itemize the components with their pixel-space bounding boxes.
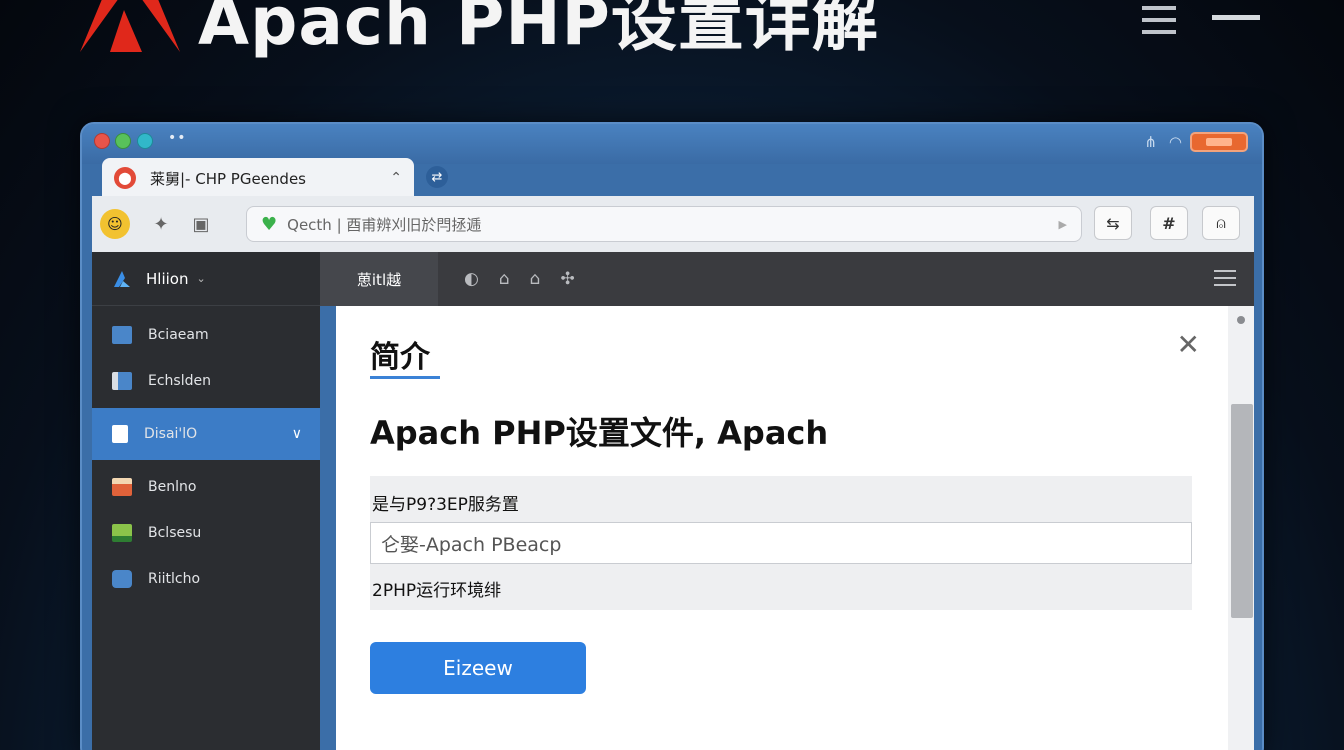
intro-dialog: 简介 ✕ Apach PHP设置文件, Apach 是与P9?3EP服务置 仑娶… bbox=[336, 306, 1228, 750]
app-icon bbox=[112, 570, 132, 588]
monitor-icon bbox=[112, 326, 132, 344]
scrollbar-thumb[interactable] bbox=[1231, 404, 1253, 618]
sidebar-header-label: Hliion bbox=[146, 269, 189, 288]
sidebar-item-2[interactable]: Echslden bbox=[92, 358, 320, 404]
app-favicon-icon: ⬤ bbox=[114, 167, 136, 189]
wifi-icon: ◠ bbox=[1168, 133, 1182, 151]
browser-toolbar: ☺ ✦ ▣ ♥ Qecth | 酉甫辨刈旧於閂拯逓 ▶ ⇆ # ⍝ bbox=[92, 196, 1254, 252]
back-icon[interactable]: ✦ bbox=[144, 207, 178, 241]
scroll-up-dot[interactable] bbox=[1237, 316, 1245, 324]
bookmark-icon[interactable]: ◐ bbox=[464, 269, 479, 289]
field-label: 是与P9?3EP服务置 bbox=[372, 495, 519, 515]
bluetooth-icon: ⋔ bbox=[1144, 133, 1157, 151]
hamburger-menu-icon[interactable] bbox=[1214, 270, 1236, 291]
scrollbar[interactable] bbox=[1228, 306, 1254, 750]
tab-label: 莱舅|- CHP PGeendes bbox=[150, 169, 306, 188]
adobe-style-logo-icon bbox=[80, 0, 180, 52]
puzzle-icon[interactable]: ✣ bbox=[560, 269, 574, 289]
system-tray: ⋔ ◠ bbox=[1144, 133, 1182, 151]
menu-icon[interactable] bbox=[1142, 6, 1176, 34]
account-button[interactable]: ⍝ bbox=[1202, 206, 1240, 240]
browser-window: •• ⋔ ◠ ⬤ 莱舅|- CHP PGeendes ⌃ ⇄ ☺ ✦ ▣ ♥ Q… bbox=[80, 122, 1264, 750]
close-icon[interactable]: ✕ bbox=[1177, 328, 1200, 361]
minimize-icon[interactable] bbox=[1212, 15, 1260, 20]
heart-icon: ♥ bbox=[261, 213, 278, 235]
more-dots-icon[interactable]: •• bbox=[168, 130, 187, 146]
address-bar-text: Qecth | 酉甫辨刈旧於閂拯逓 bbox=[287, 215, 482, 234]
extension-button[interactable]: ⇆ bbox=[1094, 206, 1132, 240]
document-icon bbox=[112, 425, 128, 443]
sidebar-item-5[interactable]: Bclsesu bbox=[92, 510, 320, 556]
settings-panel: 是与P9?3EP服务置 仑娶-Apach PBeacp 2PHP运行环境绯 bbox=[370, 476, 1192, 610]
address-bar[interactable]: ♥ Qecth | 酉甫辨刈旧於閂拯逓 ▶ bbox=[246, 206, 1082, 242]
house-icon[interactable]: ⌂ bbox=[530, 269, 541, 289]
sidebar-item-3[interactable]: Disai'lO ∨ bbox=[92, 408, 320, 460]
sidebar-item-label: Benlno bbox=[148, 479, 197, 495]
content-toolbar: 葸itl越 ◐ ⌂ ⌂ ✣ bbox=[320, 252, 1254, 306]
save-icon[interactable]: ▣ bbox=[184, 207, 218, 241]
content-tab-title[interactable]: 葸itl越 bbox=[320, 252, 438, 306]
go-arrow-icon[interactable]: ▶ bbox=[1059, 218, 1067, 231]
azure-logo-icon bbox=[114, 270, 130, 287]
window-icon bbox=[112, 372, 132, 390]
sidebar-header[interactable]: Hliion ⌄ bbox=[92, 252, 320, 306]
chart-icon bbox=[112, 524, 132, 542]
sidebar: Hliion ⌄ Bciaeam Echslden Disai'lO ∨ Ben… bbox=[92, 252, 320, 750]
pin-icon[interactable]: ⌃ bbox=[390, 170, 402, 186]
maximize-window-button[interactable] bbox=[115, 133, 131, 149]
new-tab-icon[interactable]: ⇄ bbox=[426, 166, 448, 188]
sidebar-item-label: Bclsesu bbox=[148, 525, 202, 541]
home-icon[interactable]: ⌂ bbox=[499, 269, 510, 289]
grid-button[interactable]: # bbox=[1150, 206, 1188, 240]
chevron-down-icon[interactable]: ∨ bbox=[292, 426, 302, 442]
close-window-button[interactable] bbox=[94, 133, 110, 149]
primary-button[interactable]: Eizeew bbox=[370, 642, 586, 694]
page-title: Apach PHP设置详解 bbox=[198, 0, 879, 60]
chevron-down-icon: ⌄ bbox=[196, 272, 206, 285]
sidebar-item-1[interactable]: Bciaeam bbox=[92, 312, 320, 358]
dialog-heading: 简介 bbox=[370, 340, 430, 375]
dialog-subtitle: Apach PHP设置文件, Apach bbox=[370, 414, 829, 452]
sidebar-item-6[interactable]: Riitlcho bbox=[92, 556, 320, 602]
sidebar-item-label: Bciaeam bbox=[148, 327, 209, 343]
minimize-window-button[interactable] bbox=[137, 133, 153, 149]
settings-input[interactable]: 仑娶-Apach PBeacp bbox=[370, 522, 1192, 564]
heading-underline bbox=[370, 376, 440, 379]
grid-icon bbox=[112, 478, 132, 496]
sidebar-item-label: Disai'lO bbox=[144, 426, 198, 442]
battery-icon bbox=[1190, 132, 1248, 152]
sidebar-item-4[interactable]: Benlno bbox=[92, 464, 320, 510]
sidebar-item-label: Echslden bbox=[148, 373, 211, 389]
profile-emoji-icon[interactable]: ☺ bbox=[100, 209, 130, 239]
field-note: 2PHP运行环境绯 bbox=[372, 581, 502, 601]
sidebar-item-label: Riitlcho bbox=[148, 571, 201, 587]
browser-tab[interactable]: ⬤ 莱舅|- CHP PGeendes ⌃ bbox=[102, 158, 414, 198]
